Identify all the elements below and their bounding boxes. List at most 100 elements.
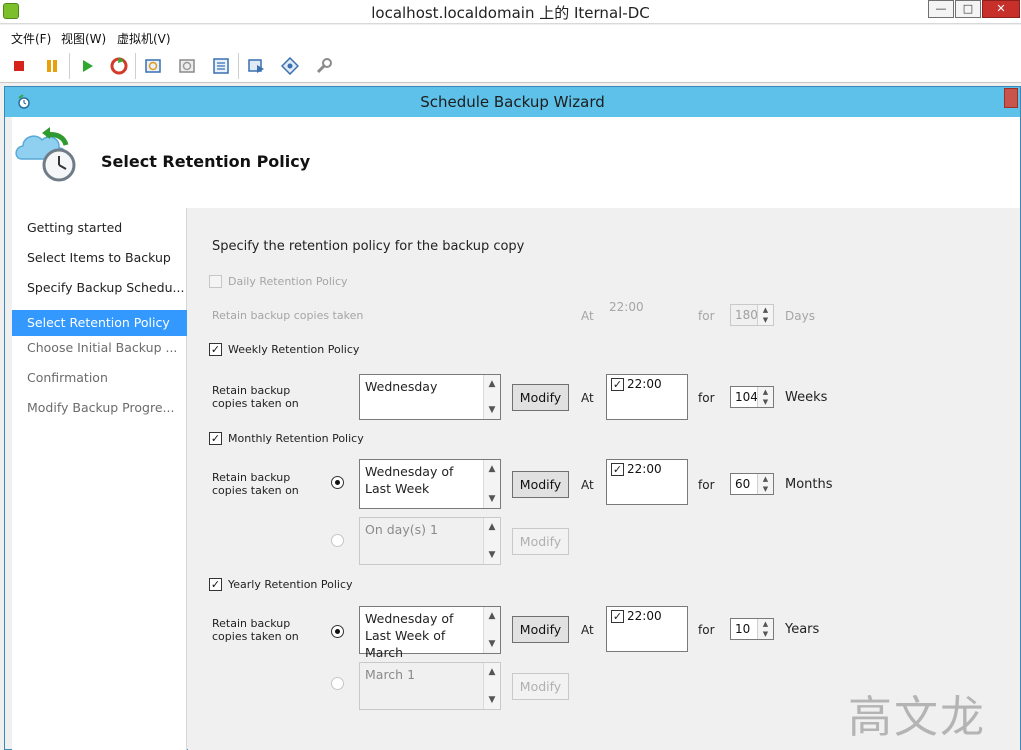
monthly-count-spinner[interactable]: 60 ▲ ▼ [730, 473, 774, 495]
monthly-retain-label-line1: Retain backup [212, 471, 291, 484]
monthly-modify-button[interactable]: Modify [512, 471, 569, 498]
weekly-count-spinner[interactable]: 104 ▲ ▼ [730, 386, 774, 408]
weekly-modify-button[interactable]: Modify [512, 384, 569, 411]
pause-icon[interactable] [40, 55, 64, 77]
monthly-retention-checkbox[interactable]: ✓ [209, 432, 222, 445]
monthly-option1-radio[interactable] [331, 476, 344, 489]
daily-count-value: 180 [735, 308, 758, 322]
monthly-option2-modify-button[interactable]: Modify [512, 528, 569, 555]
weekly-spinner-buttons: ▲ ▼ [757, 387, 773, 407]
daily-spinner-buttons: ▲ ▼ [757, 305, 773, 325]
nav-step-confirmation[interactable]: Confirmation [12, 365, 187, 391]
scroll-down-icon[interactable]: ▼ [484, 492, 500, 506]
weekly-retain-label-line1: Retain backup [212, 384, 291, 397]
monthly-count-value: 60 [735, 477, 751, 491]
spin-up-icon[interactable]: ▲ [758, 387, 773, 397]
spin-down-icon[interactable]: ▼ [758, 397, 773, 407]
nav-step-initial-backup[interactable]: Choose Initial Backup ... [12, 335, 187, 361]
console-settings-icon[interactable] [244, 55, 268, 77]
spin-up-icon[interactable]: ▲ [758, 305, 773, 315]
yearly-option1-list[interactable]: Wednesday of Last Week of March ▲ ▼ [359, 606, 501, 660]
scroll-down-icon[interactable]: ▼ [484, 693, 500, 707]
yearly-modify-button[interactable]: Modify [512, 616, 569, 643]
scroll-up-icon[interactable]: ▲ [484, 520, 500, 534]
yearly-retain-label-line2: copies taken on [212, 630, 299, 643]
monthly-option2-radio[interactable] [331, 534, 344, 547]
nav-step-getting-started[interactable]: Getting started [12, 215, 187, 241]
reset-icon[interactable] [107, 55, 131, 77]
yearly-count-spinner[interactable]: 10 ▲ ▼ [730, 618, 774, 640]
revert-snapshot-icon[interactable] [175, 55, 199, 77]
monthly-option1-scrollbar[interactable]: ▲ ▼ [483, 460, 500, 508]
scroll-up-icon[interactable]: ▲ [484, 665, 500, 679]
nav-step-modify-progress[interactable]: Modify Backup Progre... [12, 395, 187, 421]
weekly-day-value: Wednesday [365, 379, 438, 394]
play-icon[interactable] [75, 55, 99, 77]
yearly-count-value: 10 [735, 622, 751, 636]
daily-retention-checkbox[interactable] [209, 275, 222, 288]
yearly-option2-list[interactable]: March 1 ▲ ▼ [359, 662, 501, 710]
monthly-retain-label-line2: copies taken on [212, 484, 299, 497]
menu-view[interactable]: 视图(W) [61, 30, 106, 47]
yearly-retention-label: Yearly Retention Policy [228, 578, 353, 591]
yearly-at-label: At [581, 623, 594, 637]
maximize-button[interactable]: □ [955, 0, 981, 18]
wizard-close-button[interactable] [1004, 88, 1018, 108]
weekly-retention-checkbox[interactable]: ✓ [209, 343, 222, 356]
weekly-at-label: At [581, 391, 594, 405]
weekly-count-value: 104 [735, 390, 758, 404]
scroll-up-icon[interactable]: ▲ [484, 462, 500, 476]
monthly-option2-scrollbar[interactable]: ▲ ▼ [483, 518, 500, 564]
spin-up-icon[interactable]: ▲ [758, 619, 773, 629]
yearly-option2-modify-button[interactable]: Modify [512, 673, 569, 700]
weekly-day-scrollbar[interactable]: ▲ ▼ [483, 375, 500, 419]
spin-down-icon[interactable]: ▼ [758, 629, 773, 639]
spin-down-icon[interactable]: ▼ [758, 484, 773, 494]
yearly-option2-radio[interactable] [331, 677, 344, 690]
nav-step-backup-schedule[interactable]: Specify Backup Schedu... [12, 275, 187, 301]
yearly-time-checkbox[interactable]: ✓ [611, 610, 624, 623]
monthly-unit: Months [785, 477, 833, 492]
network-icon[interactable] [278, 55, 302, 77]
yearly-option1-scrollbar[interactable]: ▲ ▼ [483, 607, 500, 653]
nav-step-select-items[interactable]: Select Items to Backup [12, 245, 187, 271]
snapshot-icon[interactable] [141, 55, 165, 77]
yearly-retain-label-line1: Retain backup [212, 617, 291, 630]
yearly-time-box[interactable]: ✓ 22:00 [606, 606, 688, 652]
yearly-spinner-buttons: ▲ ▼ [757, 619, 773, 639]
yearly-option1-radio[interactable] [331, 625, 344, 638]
scroll-down-icon[interactable]: ▼ [484, 548, 500, 562]
spin-down-icon[interactable]: ▼ [758, 315, 773, 325]
manage-snapshots-icon[interactable] [209, 55, 233, 77]
monthly-time-box[interactable]: ✓ 22:00 [606, 459, 688, 505]
page-title: Select Retention Policy [101, 152, 311, 171]
devices-icon[interactable] [312, 55, 336, 77]
yearly-retention-checkbox[interactable]: ✓ [209, 578, 222, 591]
daily-at-label: At [581, 309, 594, 323]
monthly-option2-list[interactable]: On day(s) 1 ▲ ▼ [359, 517, 501, 565]
weekly-time-box[interactable]: ✓ 22:00 [606, 374, 688, 420]
stop-icon[interactable] [7, 55, 31, 77]
minimize-button[interactable]: — [928, 0, 954, 18]
toolbar-separator [238, 53, 239, 79]
daily-retain-label: Retain backup copies taken [212, 309, 364, 322]
weekly-day-list[interactable]: Wednesday ▲ ▼ [359, 374, 501, 420]
weekly-for-label: for [698, 391, 715, 405]
weekly-retain-label-line2: copies taken on [212, 397, 299, 410]
monthly-option1-list[interactable]: Wednesday of Last Week ▲ ▼ [359, 459, 501, 509]
menu-vm[interactable]: 虚拟机(V) [117, 30, 171, 47]
close-window-button[interactable]: ✕ [982, 0, 1020, 18]
daily-count-spinner[interactable]: 180 ▲ ▼ [730, 304, 774, 326]
scroll-up-icon[interactable]: ▲ [484, 377, 500, 391]
monthly-at-label: At [581, 478, 594, 492]
weekly-time-checkbox[interactable]: ✓ [611, 378, 624, 391]
nav-step-retention-policy[interactable]: Select Retention Policy [12, 310, 187, 336]
yearly-option2-scrollbar[interactable]: ▲ ▼ [483, 663, 500, 709]
menu-file[interactable]: 文件(F) [11, 30, 51, 47]
scroll-down-icon[interactable]: ▼ [484, 637, 500, 651]
scroll-up-icon[interactable]: ▲ [484, 609, 500, 623]
scroll-down-icon[interactable]: ▼ [484, 403, 500, 417]
spin-up-icon[interactable]: ▲ [758, 474, 773, 484]
yearly-time: 22:00 [627, 609, 662, 623]
monthly-time-checkbox[interactable]: ✓ [611, 463, 624, 476]
